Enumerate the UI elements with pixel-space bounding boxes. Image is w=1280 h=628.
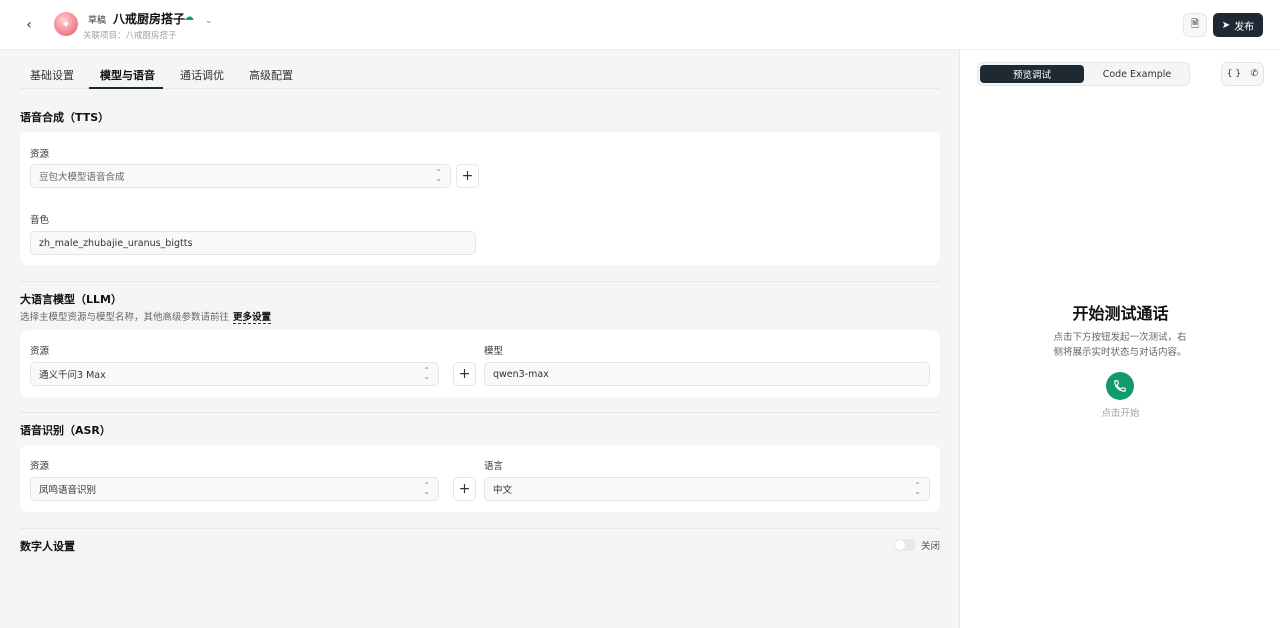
cloud-sync-icon: ☁ bbox=[184, 12, 194, 23]
more-settings-link[interactable]: 更多设置 bbox=[233, 312, 272, 324]
llm-subtitle: 选择主模型资源与模型名称，其他高级参数请前往 更多设置 bbox=[20, 309, 272, 324]
add-llm-resource-button[interactable]: + bbox=[453, 362, 476, 386]
config-panel: 基础设置 模型与语音 通话调优 高级配置 语音合成（TTS） 资源 豆包大模型语… bbox=[0, 50, 958, 628]
llm-resource-value: 通义千问3 Max bbox=[39, 370, 106, 381]
section-divider bbox=[20, 412, 940, 413]
top-bar: ‹ ✦ 草稿 八戒厨房搭子 ☁ ⌄ 关联项目：八戒厨房搭子 🗎 ➤ 发布 bbox=[0, 0, 1280, 50]
llm-model-input[interactable]: qwen3-max bbox=[484, 362, 930, 386]
agent-avatar: ✦ bbox=[54, 12, 78, 36]
llm-model-value: qwen3-max bbox=[493, 368, 549, 380]
tts-card: 资源 豆包大模型语音合成 ⌃ ⌄ + 音色 zh_male_zhubajie_ur… bbox=[20, 132, 940, 265]
asr-language-value: 中文 bbox=[493, 485, 513, 496]
preview-tools: { } ✆ bbox=[1221, 62, 1264, 86]
send-icon: ➤ bbox=[1221, 19, 1231, 31]
tab-basic-settings[interactable]: 基础设置 bbox=[30, 67, 74, 83]
asr-card: 资源 凤鸣语音识别 ⌃ ⌄ + 语言 中文 ⌃ ⌄ bbox=[20, 445, 940, 512]
select-arrows-icon: ⌃ ⌄ bbox=[435, 168, 442, 183]
toggle-knob bbox=[895, 540, 905, 550]
tts-resource-value: 豆包大模型语音合成 bbox=[39, 172, 125, 183]
add-tts-resource-button[interactable]: + bbox=[456, 164, 479, 188]
section-divider bbox=[20, 528, 940, 529]
asr-resource-label: 资源 bbox=[30, 461, 50, 472]
phone-icon bbox=[1114, 380, 1126, 392]
digital-human-toggle[interactable] bbox=[894, 539, 916, 551]
llm-model-label: 模型 bbox=[484, 346, 504, 357]
preview-panel: 预览调试 Code Example { } ✆ 开始测试通话 点击下方按钮发起一… bbox=[959, 50, 1280, 628]
tab-call-tuning[interactable]: 通话调优 bbox=[180, 67, 224, 83]
tab-bar: 基础设置 模型与语音 通话调优 高级配置 bbox=[20, 50, 940, 89]
asr-language-label: 语言 bbox=[484, 461, 504, 472]
add-asr-resource-button[interactable]: + bbox=[453, 477, 476, 501]
tab-model-voice[interactable]: 模型与语音 bbox=[100, 67, 155, 83]
digital-human-title: 数字人设置 bbox=[20, 540, 75, 553]
phone-off-icon[interactable]: ✆ bbox=[1251, 69, 1259, 79]
document-button[interactable]: 🗎 bbox=[1183, 13, 1207, 37]
llm-section-title: 大语言模型（LLM） bbox=[20, 293, 122, 306]
tts-resource-label: 资源 bbox=[30, 149, 50, 160]
test-call-description: 点击下方按钮发起一次测试，右侧将展示实时状态与对话内容。 bbox=[1053, 332, 1187, 358]
document-icon: 🗎 bbox=[1190, 18, 1200, 30]
tab-code-example[interactable]: Code Example bbox=[1086, 65, 1188, 83]
tab-advanced-config[interactable]: 高级配置 bbox=[249, 67, 293, 83]
asr-resource-value: 凤鸣语音识别 bbox=[39, 485, 97, 496]
start-call-label: 点击开始 bbox=[1101, 408, 1140, 419]
select-arrows-icon: ⌃ ⌄ bbox=[914, 481, 921, 496]
publish-button[interactable]: ➤ 发布 bbox=[1213, 13, 1263, 37]
tts-section-title: 语音合成（TTS） bbox=[20, 111, 110, 124]
asr-language-select[interactable]: 中文 ⌃ ⌄ bbox=[484, 477, 930, 501]
select-arrows-icon: ⌃ ⌄ bbox=[423, 481, 430, 496]
tts-voice-input[interactable]: zh_male_zhubajie_uranus_bigtts bbox=[30, 231, 476, 255]
asr-resource-select[interactable]: 凤鸣语音识别 ⌃ ⌄ bbox=[30, 477, 439, 501]
llm-card: 资源 通义千问3 Max ⌃ ⌄ + 模型 qwen3-max bbox=[20, 330, 940, 397]
back-arrow-icon[interactable]: ‹ bbox=[20, 16, 38, 34]
related-project: 关联项目：八戒厨房搭子 bbox=[83, 31, 177, 41]
llm-resource-label: 资源 bbox=[30, 346, 50, 357]
asr-section-title: 语音识别（ASR） bbox=[20, 424, 111, 437]
code-braces-icon[interactable]: { } bbox=[1227, 69, 1241, 79]
tts-resource-select[interactable]: 豆包大模型语音合成 ⌃ ⌄ bbox=[30, 164, 451, 188]
test-call-title: 开始测试通话 bbox=[1072, 304, 1169, 323]
select-arrows-icon: ⌃ ⌄ bbox=[423, 366, 430, 381]
draft-badge: 草稿 bbox=[88, 16, 107, 26]
section-divider bbox=[20, 281, 940, 282]
publish-label: 发布 bbox=[1234, 21, 1255, 33]
active-tab-indicator bbox=[89, 87, 163, 89]
preview-tab-switch: 预览调试 Code Example bbox=[977, 62, 1190, 86]
tts-voice-label: 音色 bbox=[30, 215, 50, 226]
start-call-button[interactable] bbox=[1106, 372, 1134, 400]
tts-voice-value: zh_male_zhubajie_uranus_bigtts bbox=[39, 237, 193, 249]
digital-human-toggle-label: 关闭 bbox=[921, 541, 941, 552]
chevron-down-icon[interactable]: ⌄ bbox=[205, 16, 213, 26]
agent-name: 八戒厨房搭子 bbox=[113, 12, 186, 26]
llm-subtitle-text: 选择主模型资源与模型名称，其他高级参数请前往 bbox=[20, 312, 230, 323]
tab-preview-debug[interactable]: 预览调试 bbox=[980, 65, 1084, 83]
llm-resource-select[interactable]: 通义千问3 Max ⌃ ⌄ bbox=[30, 362, 439, 386]
